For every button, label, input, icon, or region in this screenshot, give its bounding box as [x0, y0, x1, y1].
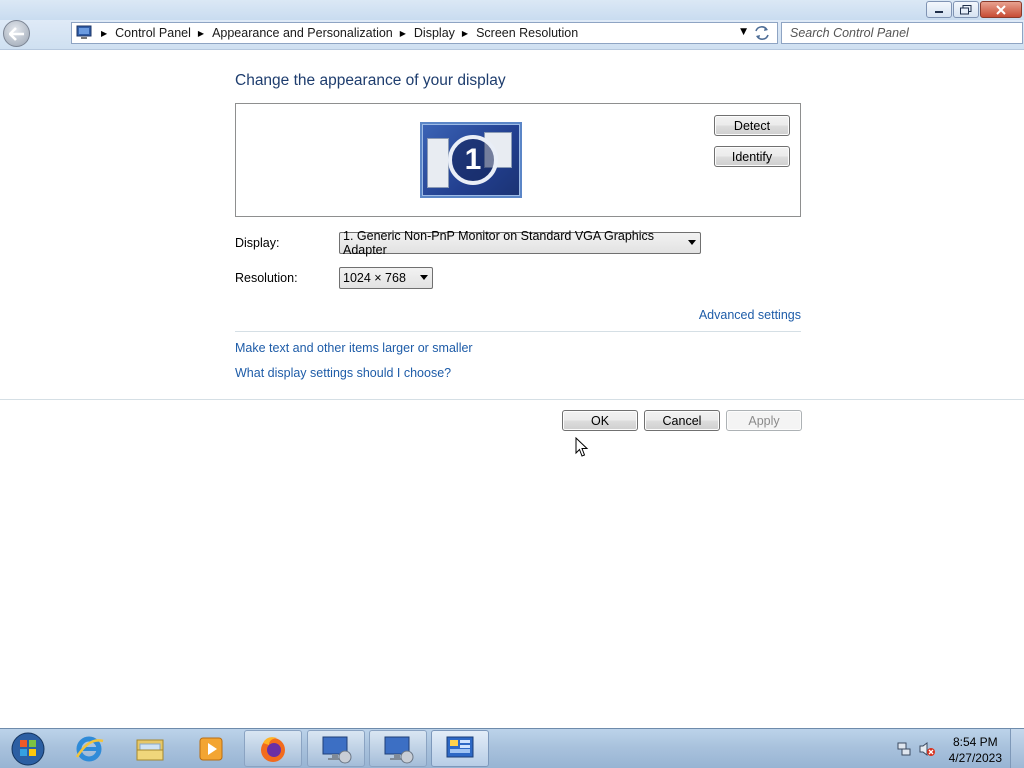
display-help-link[interactable]: What display settings should I choose? — [235, 366, 451, 380]
footer-divider — [0, 399, 1024, 400]
display-settings-taskbar-button[interactable] — [369, 730, 427, 767]
firefox-icon — [261, 736, 285, 762]
mouse-pointer-icon — [575, 437, 589, 457]
media-player-icon — [199, 737, 223, 760]
forward-button[interactable] — [31, 27, 49, 45]
volume-muted-icon[interactable] — [918, 741, 936, 757]
search-box[interactable]: Search Control Panel — [781, 22, 1023, 44]
detect-button[interactable]: Detect — [714, 115, 790, 136]
breadcrumb-screen-resolution[interactable]: Screen Resolution — [476, 26, 578, 40]
monitor-1-thumbnail[interactable]: 1 — [420, 122, 522, 198]
display-select[interactable]: 1. Generic Non-PnP Monitor on Standard V… — [339, 229, 701, 257]
start-button[interactable] — [6, 730, 50, 768]
resolution-select[interactable]: 1024 × 768 — [339, 267, 433, 289]
close-icon — [996, 4, 1006, 15]
system-tray: 8:54 PM 4/27/2023 — [884, 729, 1024, 768]
address-bar[interactable]: ▶ Control Panel ▶ Appearance and Persona… — [71, 22, 778, 44]
caption-buttons — [926, 1, 1022, 18]
start-orb-icon — [11, 732, 45, 766]
breadcrumb-separator[interactable]: ▶ — [462, 29, 468, 38]
clock-time: 8:54 PM — [952, 735, 998, 749]
control-panel-taskbar-button[interactable] — [431, 730, 489, 767]
network-icon[interactable] — [896, 741, 912, 757]
breadcrumb-separator[interactable]: ▶ — [198, 29, 204, 38]
internet-explorer-icon — [75, 736, 104, 761]
breadcrumb-separator[interactable]: ▶ — [400, 29, 406, 38]
taskbar-clock[interactable]: 8:54 PM 4/27/2023 — [949, 734, 1002, 766]
breadcrumb-separator: ▶ — [101, 28, 108, 38]
display-settings-taskbar-button[interactable] — [307, 730, 365, 767]
address-history-dropdown[interactable]: ▼ — [740, 27, 747, 37]
restore-button[interactable] — [953, 1, 979, 18]
file-explorer-taskbar-button[interactable] — [121, 730, 179, 767]
firefox-taskbar-button[interactable] — [244, 730, 302, 767]
screen-resolution-panel: Change the appearance of your display 1 … — [0, 51, 1024, 728]
text-size-link[interactable]: Make text and other items larger or smal… — [235, 341, 473, 355]
taskbar: 8:54 PM 4/27/2023 — [0, 728, 1024, 768]
monitor-number: 1 — [448, 135, 498, 185]
resolution-select-value: 1024 × 768 — [343, 271, 406, 285]
control-panel-icon — [446, 736, 474, 757]
section-divider — [235, 331, 801, 332]
chevron-down-icon — [688, 240, 696, 245]
close-button[interactable] — [980, 1, 1022, 18]
cancel-button[interactable]: Cancel — [644, 410, 720, 431]
identify-button[interactable]: Identify — [714, 146, 790, 167]
clock-date: 4/27/2023 — [948, 751, 1002, 765]
page-title: Change the appearance of your display — [235, 72, 506, 89]
control-panel-icon — [76, 25, 92, 39]
display-settings-icon — [384, 736, 414, 763]
back-arrow-icon — [8, 26, 24, 41]
display-settings-icon — [322, 736, 352, 763]
display-select-value: 1. Generic Non-PnP Monitor on Standard V… — [343, 229, 655, 257]
show-desktop-button[interactable] — [1010, 729, 1024, 768]
media-player-taskbar-button[interactable] — [182, 730, 240, 767]
apply-button[interactable]: Apply — [726, 410, 802, 431]
ok-button[interactable]: OK — [562, 410, 638, 431]
display-label: Display: — [235, 236, 280, 250]
breadcrumb-control-panel[interactable]: Control Panel — [115, 26, 191, 40]
preview-window-graphic — [427, 138, 449, 188]
navigation-bar: ▶ Control Panel ▶ Appearance and Persona… — [0, 20, 1024, 50]
internet-explorer-taskbar-button[interactable] — [60, 730, 118, 767]
resolution-label: Resolution: — [235, 271, 298, 285]
search-placeholder: Search Control Panel — [790, 26, 909, 40]
minimize-button[interactable] — [926, 1, 952, 18]
window-titlebar — [0, 0, 1024, 20]
folder-icon — [136, 739, 164, 760]
breadcrumb-appearance[interactable]: Appearance and Personalization — [212, 26, 393, 40]
minimize-icon — [935, 10, 943, 13]
restore-icon — [960, 4, 972, 14]
advanced-settings-link[interactable]: Advanced settings — [699, 308, 801, 322]
breadcrumb-display[interactable]: Display — [414, 26, 455, 40]
chevron-down-icon — [420, 275, 428, 280]
refresh-icon[interactable] — [753, 25, 771, 41]
back-button[interactable] — [3, 20, 30, 47]
